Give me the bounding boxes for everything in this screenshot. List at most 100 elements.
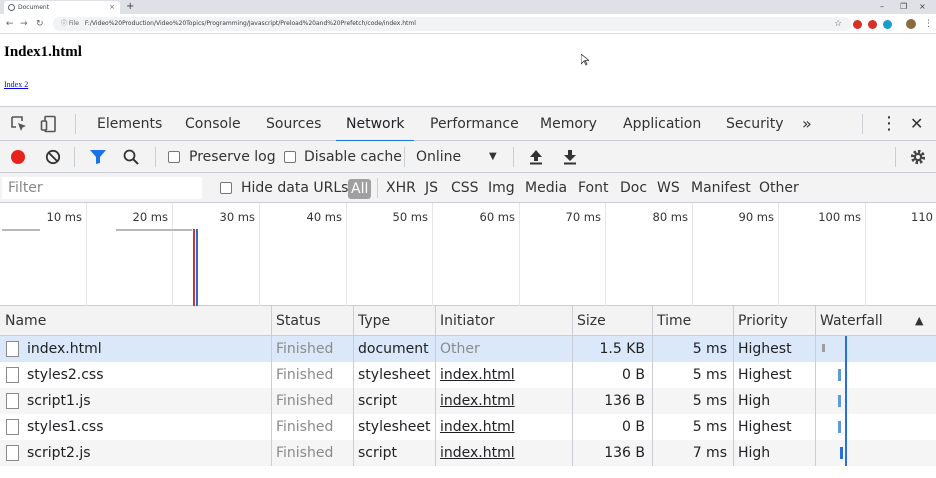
index-2-link[interactable]: Index 2 — [4, 80, 28, 89]
column-divider[interactable] — [271, 306, 272, 466]
gear-icon[interactable] — [909, 148, 927, 166]
device-toolbar-icon[interactable] — [40, 115, 58, 133]
request-initiator-link[interactable]: index.html — [440, 414, 515, 440]
filter-type-manifest[interactable]: Manifest — [691, 173, 751, 203]
tab-divider — [75, 114, 76, 134]
filter-type-media[interactable]: Media — [525, 173, 567, 203]
sort-ascending-icon[interactable]: ▲ — [910, 306, 923, 336]
request-initiator-link[interactable]: index.html — [440, 440, 515, 466]
bookmark-star-icon[interactable]: ☆ — [834, 17, 842, 31]
browser-menu-icon[interactable]: ⋮ — [924, 17, 933, 31]
forward-icon[interactable]: → — [20, 17, 28, 31]
overview-gridline — [346, 203, 347, 306]
more-tabs-icon[interactable]: » — [802, 107, 812, 141]
file-icon — [6, 445, 19, 461]
waterfall-bar — [838, 369, 841, 381]
disable-cache-checkbox[interactable] — [284, 151, 296, 163]
export-har-icon[interactable] — [562, 149, 578, 165]
tab-memory[interactable]: Memory — [540, 107, 597, 141]
browser-toolbar: ← → ↻ ⓘ File F:/Video%20Production/Video… — [0, 14, 936, 34]
table-row[interactable]: index.html Finished document Other 1.5 K… — [0, 336, 936, 362]
tab-security[interactable]: Security — [726, 107, 784, 141]
import-har-icon[interactable] — [528, 149, 544, 165]
browser-tab[interactable]: Document × — [4, 1, 120, 14]
clear-icon[interactable] — [45, 149, 61, 165]
table-row[interactable]: script1.js Finished script index.html 13… — [0, 388, 936, 414]
column-header-name[interactable]: Name — [0, 306, 46, 336]
record-button[interactable] — [11, 150, 25, 164]
column-header-waterfall[interactable]: Waterfall — [815, 306, 883, 336]
request-initiator-link[interactable]: index.html — [440, 388, 515, 414]
toolbar-divider — [74, 147, 75, 167]
file-icon — [6, 393, 19, 409]
filter-input[interactable] — [2, 177, 202, 199]
window-close-icon[interactable]: × — [919, 0, 926, 13]
url-text: F:/Video%20Production/Video%20Topics/Pro… — [84, 20, 416, 27]
overview-tick-label: 70 ms — [565, 210, 601, 224]
column-header-status[interactable]: Status — [271, 306, 321, 336]
tab-application[interactable]: Application — [623, 107, 701, 141]
devtools-close-icon[interactable]: ✕ — [910, 107, 923, 141]
address-bar[interactable]: ⓘ File F:/Video%20Production/Video%20Top… — [53, 17, 851, 31]
column-divider[interactable] — [652, 306, 653, 466]
column-header-initiator[interactable]: Initiator — [435, 306, 495, 336]
tab-console[interactable]: Console — [185, 107, 241, 141]
overview-tick-label: 100 ms — [818, 210, 861, 224]
file-icon — [6, 367, 19, 383]
request-initiator-link[interactable]: index.html — [440, 362, 515, 388]
overview-gridline — [519, 203, 520, 306]
column-divider[interactable] — [435, 306, 436, 466]
request-time: 5 ms — [692, 419, 727, 435]
overview-gridline — [259, 203, 260, 306]
column-divider[interactable] — [733, 306, 734, 466]
throttling-select[interactable]: Online — [416, 141, 461, 173]
scheme-label: File — [68, 20, 79, 27]
overview-tick-label: 80 ms — [652, 210, 688, 224]
maximize-icon[interactable]: ❐ — [900, 0, 907, 13]
overview-gridline — [86, 203, 87, 306]
tab-elements[interactable]: Elements — [97, 107, 162, 141]
devtools-menu-icon[interactable]: ⋮ — [880, 107, 898, 141]
preserve-log-checkbox[interactable] — [168, 151, 180, 163]
table-row[interactable]: script2.js Finished script index.html 13… — [0, 440, 936, 466]
extension-icon-1[interactable] — [853, 20, 862, 29]
extension-icon-3[interactable] — [883, 20, 892, 29]
column-divider[interactable] — [353, 306, 354, 466]
filter-type-all[interactable]: All — [348, 179, 372, 199]
column-header-size[interactable]: Size — [572, 306, 606, 336]
table-row[interactable]: styles1.css Finished stylesheet index.ht… — [0, 414, 936, 440]
filter-type-doc[interactable]: Doc — [620, 173, 647, 203]
filter-type-img[interactable]: Img — [488, 173, 515, 203]
search-icon[interactable] — [123, 149, 139, 165]
column-divider[interactable] — [572, 306, 573, 466]
new-tab-button[interactable]: + — [126, 0, 134, 13]
filter-type-ws[interactable]: WS — [657, 173, 680, 203]
column-header-time[interactable]: Time — [652, 306, 691, 336]
tab-close-icon[interactable]: × — [109, 1, 115, 14]
filter-type-other[interactable]: Other — [759, 173, 799, 203]
filter-type-css[interactable]: CSS — [451, 173, 479, 203]
inspect-element-icon[interactable] — [10, 115, 28, 133]
reload-icon[interactable]: ↻ — [36, 17, 44, 31]
request-priority: Highest — [738, 419, 792, 435]
table-row[interactable]: styles2.css Finished stylesheet index.ht… — [0, 362, 936, 388]
chevron-down-icon[interactable]: ▼ — [489, 141, 497, 173]
filter-type-js[interactable]: JS — [425, 173, 438, 203]
column-divider[interactable] — [815, 306, 816, 466]
back-icon[interactable]: ← — [6, 17, 14, 31]
extension-icon-2[interactable] — [868, 20, 877, 29]
network-overview[interactable]: 10 ms 20 ms 30 ms 40 ms 50 ms 60 ms 70 m… — [0, 203, 936, 306]
filter-icon[interactable] — [89, 149, 107, 165]
tab-performance[interactable]: Performance — [430, 107, 519, 141]
tab-network[interactable]: Network — [335, 107, 416, 142]
tab-sources[interactable]: Sources — [266, 107, 321, 141]
info-icon: ⓘ — [61, 20, 69, 27]
request-size: 0 B — [622, 419, 645, 435]
column-header-priority[interactable]: Priority — [733, 306, 788, 336]
hide-data-urls-checkbox[interactable] — [220, 182, 232, 194]
column-header-type[interactable]: Type — [353, 306, 390, 336]
profile-avatar[interactable] — [906, 19, 916, 29]
filter-type-font[interactable]: Font — [578, 173, 608, 203]
minimize-icon[interactable]: – — [880, 0, 884, 13]
filter-type-xhr[interactable]: XHR — [386, 173, 416, 203]
